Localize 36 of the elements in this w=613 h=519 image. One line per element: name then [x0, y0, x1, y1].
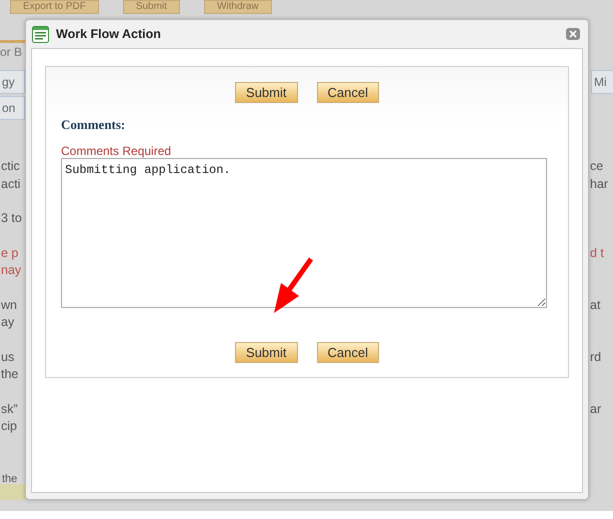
- toolbar-button[interactable]: Withdraw: [204, 0, 272, 14]
- pointer-arrow: [273, 256, 315, 314]
- required-note: Comments Required: [61, 144, 172, 158]
- text-fragment: 3 to: [1, 210, 23, 227]
- toolbar-button[interactable]: Submit: [122, 0, 180, 14]
- tab-label[interactable]: on: [0, 96, 25, 120]
- dialog-title: Work Flow Action: [56, 26, 161, 43]
- text-fragment: ar: [590, 400, 602, 418]
- close-button[interactable]: [566, 28, 580, 40]
- text-fragment: us: [1, 348, 16, 366]
- action-button[interactable]: Cancel: [316, 342, 379, 363]
- footer-bar: [0, 484, 25, 500]
- text-fragment: ctic: [1, 158, 21, 175]
- comments-field[interactable]: Submitting application.: [61, 158, 547, 308]
- toolbar-button[interactable]: Export to PDF: [10, 0, 99, 14]
- tab-label[interactable]: Mi: [591, 70, 613, 94]
- text-fragment: wn: [1, 296, 18, 314]
- action-button[interactable]: Cancel: [316, 82, 379, 103]
- text-fragment: d t: [590, 244, 605, 262]
- tab-label[interactable]: gy: [0, 70, 25, 94]
- text-fragment: at: [590, 296, 602, 314]
- document-icon: [32, 26, 49, 42]
- text-fragment: e p: [1, 244, 20, 262]
- footer-text: the: [2, 472, 18, 487]
- text-fragment: acti: [1, 176, 22, 192]
- text-fragment: ay: [1, 314, 16, 331]
- text-fragment: nay: [1, 262, 22, 279]
- action-button[interactable]: Submit: [235, 342, 298, 363]
- text-fragment: sk”: [1, 400, 19, 418]
- text-fragment: ce: [590, 158, 604, 175]
- comments-label: Comments:: [61, 116, 126, 134]
- action-button[interactable]: Submit: [235, 82, 298, 103]
- text-fragment: rd: [590, 348, 602, 366]
- text-fragment: har: [590, 176, 610, 192]
- text-fragment: cip: [1, 418, 18, 435]
- text-fragment: the: [1, 366, 20, 383]
